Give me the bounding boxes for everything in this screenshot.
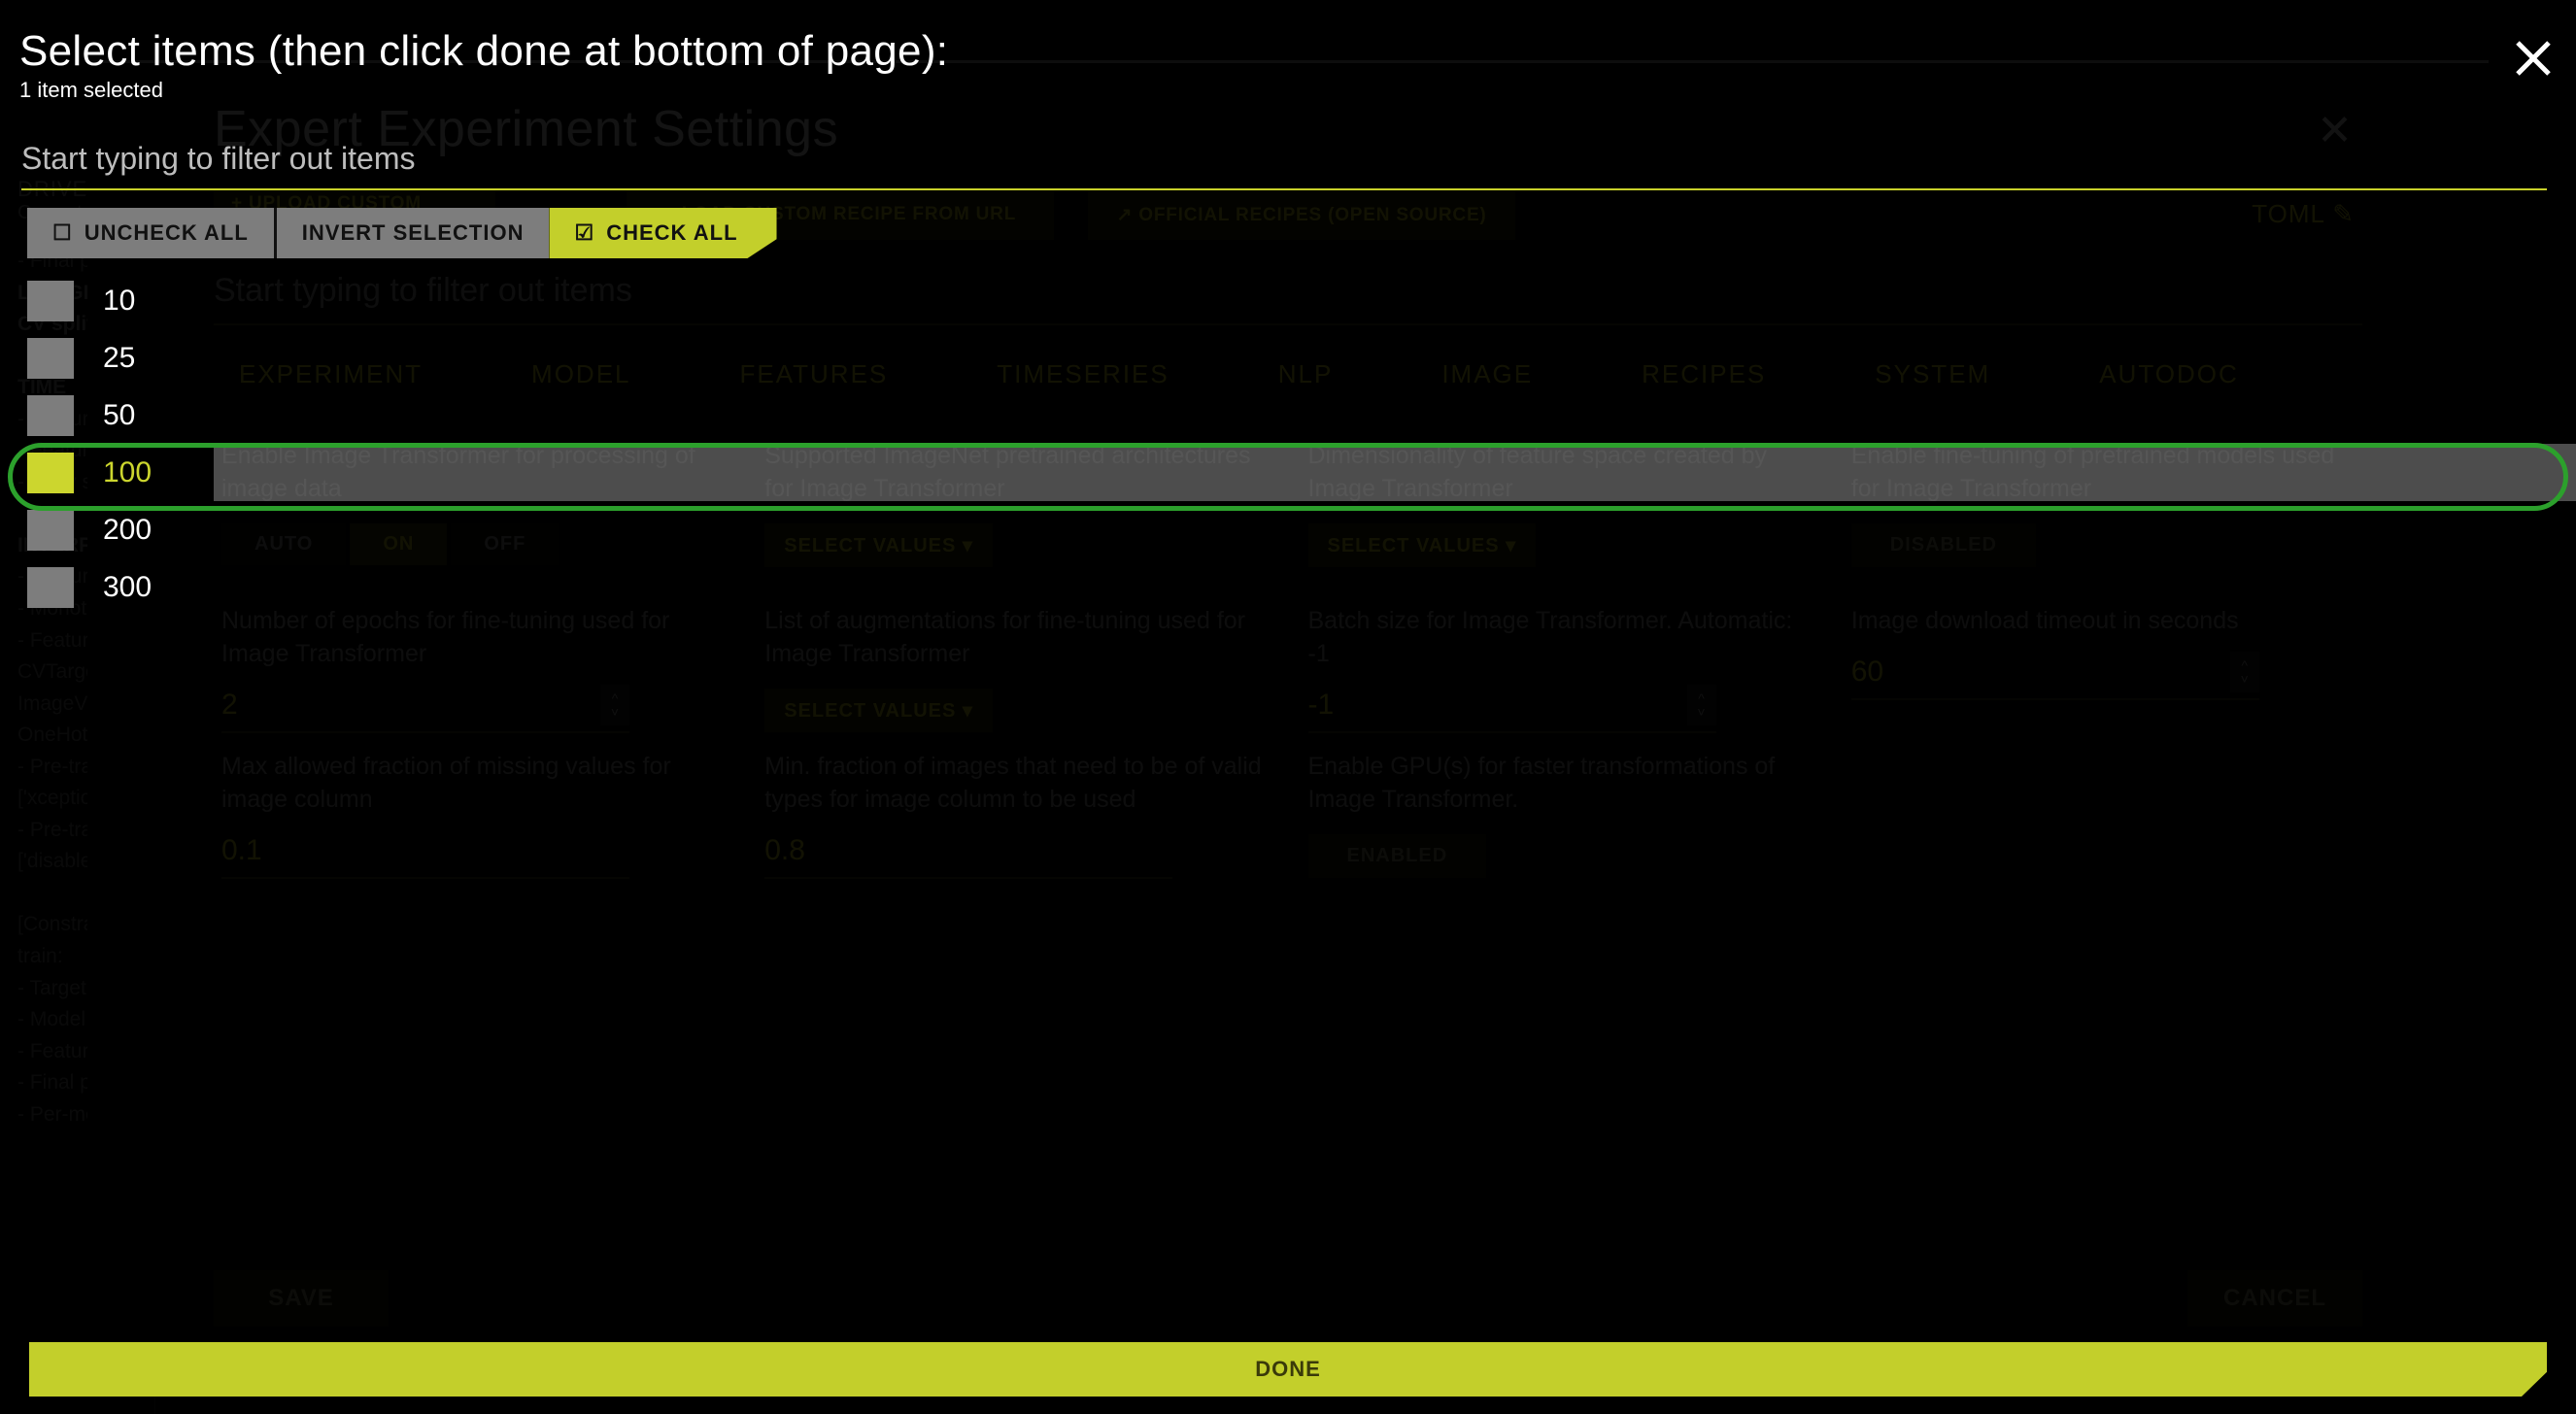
number-stepper[interactable]: ^ ˅ [600,684,629,725]
settings-grid-row-3: Max allowed fraction of missing values f… [214,733,2362,904]
text-value: 0.8 [764,833,805,866]
item-list: 10 25 50 100 200 300 [0,272,2576,616]
item-label: 10 [103,284,136,317]
drawer-line: ['xceptio [17,787,92,810]
drawer-line: - Model [17,1008,86,1031]
item-label: 300 [103,570,153,603]
stepper-down-icon[interactable]: ˅ [1697,705,1705,719]
setting-label: Max allowed fraction of missing values f… [221,753,671,813]
number-value: -1 [1307,688,1335,721]
drawer-line: - Pre-tra [17,818,93,841]
item-label: 200 [103,513,153,546]
stepper-up-icon[interactable]: ^ [2241,658,2248,672]
select-values-dropdown[interactable]: SELECT VALUES ▾ [764,688,993,732]
text-input[interactable]: 0.1 [221,834,629,879]
item-label: 100 [103,455,153,488]
drawer-line [17,878,145,910]
stepper-down-icon[interactable]: ˅ [2241,672,2249,686]
drawer-line: CVTarge [17,660,97,684]
item-checkbox[interactable] [27,394,74,436]
check-all-label: CHECK ALL [606,220,738,245]
stepper-down-icon[interactable]: ˅ [611,705,619,719]
app-root: DRIVER Current - Final pLightGBCV split … [0,0,2576,1414]
close-icon[interactable] [2512,37,2555,80]
number-input[interactable]: 60 ^ ˅ [1850,651,2259,700]
drawer-line: - Final p [17,1071,91,1094]
check-all-button[interactable]: ☑ CHECK ALL [549,208,776,258]
setting-cell: Max allowed fraction of missing values f… [214,733,732,904]
official-recipes-button[interactable]: ↗ OFFICIAL RECIPES (OPEN SOURCE) [1088,189,1515,240]
save-button[interactable]: SAVE [214,1270,389,1327]
cancel-button[interactable]: CANCEL [2187,1270,2362,1327]
list-item[interactable]: 200 [0,501,2576,558]
number-value: 60 [1850,655,1884,688]
page-title: Select items (then click done at bottom … [19,27,949,75]
setting-cell [1844,733,2362,904]
item-checkbox[interactable] [27,509,74,551]
list-item[interactable]: 300 [0,558,2576,616]
toml-edit-button[interactable]: TOML ✎ [2252,199,2355,229]
drawer-line: - Pre-tra [17,755,93,778]
uncheck-all-button[interactable]: ☐ UNCHECK ALL [27,208,274,258]
drawer-line: - Target [17,976,86,999]
list-item[interactable]: 25 [0,329,2576,387]
selection-count: 1 item selected [19,78,163,102]
list-item[interactable]: 50 [0,387,2576,444]
drawer-line: [Constra [17,913,95,936]
setting-label: Enable GPU(s) for faster transformations… [1307,753,1776,813]
item-label: 25 [103,341,136,374]
item-checkbox[interactable] [27,452,74,493]
uncheck-all-label: UNCHECK ALL [84,220,249,245]
stepper-up-icon[interactable]: ^ [612,691,619,705]
unchecked-box-icon: ☐ [52,220,73,245]
setting-label: Min. fraction of images that need to be … [764,753,1262,813]
number-stepper[interactable]: ^ ˅ [2229,651,2259,692]
drawer-line: - Featur [17,1039,89,1062]
item-checkbox[interactable] [27,566,74,608]
item-checkbox[interactable] [27,280,74,321]
text-input[interactable]: 0.8 [764,833,1173,879]
drawer-line: - Featur [17,628,89,652]
selection-toolbar: ☐ UNCHECK ALL INVERT SELECTION ☑ CHECK A… [27,208,777,258]
text-value: 0.1 [221,833,262,866]
item-label: 50 [103,398,136,431]
filter-input[interactable]: Start typing to filter out items [21,141,2547,190]
drawer-line: ImageVe [17,691,98,715]
setting-cell: Enable GPU(s) for faster transformations… [1301,733,1819,904]
done-button[interactable]: DONE [29,1342,2547,1397]
drawer-line: train: [17,945,63,968]
list-item[interactable]: 100 [0,444,2576,501]
toggle-chip[interactable]: ENABLED [1307,833,1487,878]
number-input[interactable]: -1 ^ ˅ [1307,684,1716,733]
drawer-line: OneHotE [17,724,102,747]
stepper-up-icon[interactable]: ^ [1698,691,1705,705]
invert-selection-button[interactable]: INVERT SELECTION [273,208,550,258]
number-stepper[interactable]: ^ ˅ [1686,684,1716,725]
number-input[interactable]: 2 ^ ˅ [221,684,629,733]
number-value: 2 [221,688,238,721]
setting-cell: Min. fraction of images that need to be … [757,733,1275,904]
item-checkbox[interactable] [27,337,74,379]
checked-box-icon: ☑ [574,220,595,245]
drawer-line: - Per-mo [17,1102,97,1126]
left-drawer: DRIVER Current - Final pLightGBCV split … [0,60,155,1414]
row-highlight [214,444,2576,501]
list-item[interactable]: 10 [0,272,2576,329]
drawer-line: ['disable [17,850,92,873]
